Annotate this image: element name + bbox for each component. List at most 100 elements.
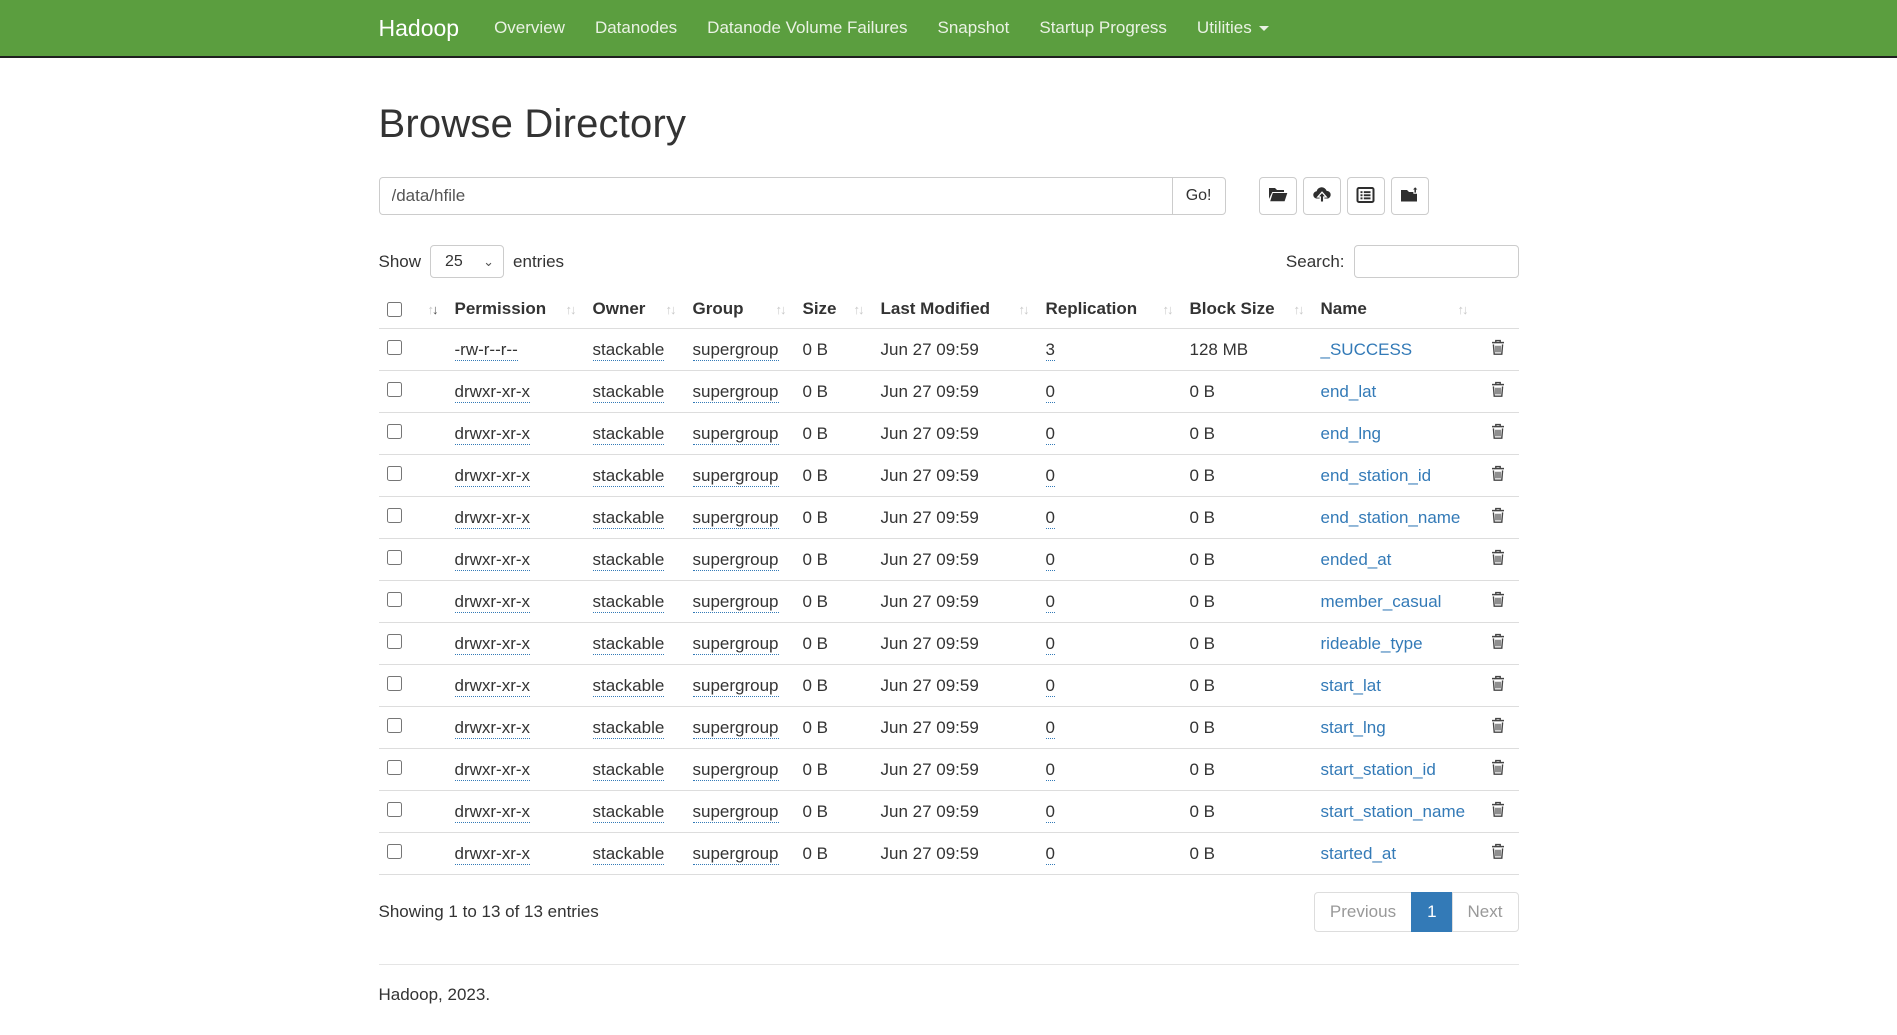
permission-value[interactable]: drwxr-xr-x xyxy=(455,382,531,403)
file-name-link[interactable]: start_station_id xyxy=(1321,760,1436,779)
previous-page-button[interactable]: Previous xyxy=(1314,892,1412,932)
replication-value[interactable]: 0 xyxy=(1046,634,1055,655)
permission-value[interactable]: drwxr-xr-x xyxy=(455,550,531,571)
trash-icon[interactable] xyxy=(1491,507,1505,523)
group-value[interactable]: supergroup xyxy=(693,550,779,571)
header-size[interactable]: Size ↑↓ xyxy=(795,292,873,329)
permission-value[interactable]: drwxr-xr-x xyxy=(455,592,531,613)
file-name-link[interactable]: start_lat xyxy=(1321,676,1381,695)
next-page-button[interactable]: Next xyxy=(1452,892,1519,932)
file-name-link[interactable]: rideable_type xyxy=(1321,634,1423,653)
replication-value[interactable]: 0 xyxy=(1046,466,1055,487)
header-last-modified[interactable]: Last Modified ↑↓ xyxy=(873,292,1038,329)
group-value[interactable]: supergroup xyxy=(693,760,779,781)
replication-value[interactable]: 0 xyxy=(1046,382,1055,403)
owner-value[interactable]: stackable xyxy=(593,676,665,697)
trash-icon[interactable] xyxy=(1491,633,1505,649)
row-checkbox[interactable] xyxy=(387,676,402,691)
owner-value[interactable]: stackable xyxy=(593,466,665,487)
row-checkbox[interactable] xyxy=(387,424,402,439)
owner-value[interactable]: stackable xyxy=(593,424,665,445)
upload-files-button[interactable] xyxy=(1303,177,1341,215)
nav-item-datanode-volume-failures[interactable]: Datanode Volume Failures xyxy=(692,18,922,38)
header-block-size[interactable]: Block Size ↑↓ xyxy=(1182,292,1313,329)
trash-icon[interactable] xyxy=(1491,675,1505,691)
trash-icon[interactable] xyxy=(1491,465,1505,481)
trash-icon[interactable] xyxy=(1491,339,1505,355)
owner-value[interactable]: stackable xyxy=(593,634,665,655)
replication-value[interactable]: 0 xyxy=(1046,802,1055,823)
move-selected-button[interactable] xyxy=(1391,177,1429,215)
header-owner[interactable]: Owner ↑↓ xyxy=(585,292,685,329)
header-group[interactable]: Group ↑↓ xyxy=(685,292,795,329)
row-checkbox[interactable] xyxy=(387,466,402,481)
replication-value[interactable]: 0 xyxy=(1046,424,1055,445)
file-name-link[interactable]: member_casual xyxy=(1321,592,1442,611)
group-value[interactable]: supergroup xyxy=(693,382,779,403)
row-checkbox[interactable] xyxy=(387,508,402,523)
paste-list-button[interactable] xyxy=(1347,177,1385,215)
permission-value[interactable]: drwxr-xr-x xyxy=(455,760,531,781)
owner-value[interactable]: stackable xyxy=(593,802,665,823)
trash-icon[interactable] xyxy=(1491,843,1505,859)
permission-value[interactable]: drwxr-xr-x xyxy=(455,634,531,655)
nav-item-overview[interactable]: Overview xyxy=(479,18,580,38)
permission-value[interactable]: -rw-r--r-- xyxy=(455,340,518,361)
page-size-select[interactable]: 25 ⌄ xyxy=(430,245,504,278)
file-name-link[interactable]: started_at xyxy=(1321,844,1397,863)
group-value[interactable]: supergroup xyxy=(693,466,779,487)
row-checkbox[interactable] xyxy=(387,592,402,607)
trash-icon[interactable] xyxy=(1491,591,1505,607)
permission-value[interactable]: drwxr-xr-x xyxy=(455,466,531,487)
nav-item-datanodes[interactable]: Datanodes xyxy=(580,18,692,38)
owner-value[interactable]: stackable xyxy=(593,340,665,361)
row-checkbox[interactable] xyxy=(387,382,402,397)
file-name-link[interactable]: _SUCCESS xyxy=(1321,340,1413,359)
owner-value[interactable]: stackable xyxy=(593,760,665,781)
select-all-checkbox[interactable] xyxy=(387,302,402,317)
header-name[interactable]: Name ↑↓ xyxy=(1313,292,1477,329)
row-checkbox[interactable] xyxy=(387,802,402,817)
file-name-link[interactable]: start_station_name xyxy=(1321,802,1466,821)
replication-value[interactable]: 0 xyxy=(1046,676,1055,697)
row-checkbox[interactable] xyxy=(387,340,402,355)
search-input[interactable] xyxy=(1354,245,1519,278)
go-button[interactable]: Go! xyxy=(1172,177,1226,215)
group-value[interactable]: supergroup xyxy=(693,802,779,823)
trash-icon[interactable] xyxy=(1491,759,1505,775)
permission-value[interactable]: drwxr-xr-x xyxy=(455,424,531,445)
trash-icon[interactable] xyxy=(1491,801,1505,817)
row-checkbox[interactable] xyxy=(387,550,402,565)
row-checkbox[interactable] xyxy=(387,718,402,733)
page-1-button[interactable]: 1 xyxy=(1411,892,1452,932)
permission-value[interactable]: drwxr-xr-x xyxy=(455,802,531,823)
owner-value[interactable]: stackable xyxy=(593,508,665,529)
replication-value[interactable]: 0 xyxy=(1046,550,1055,571)
group-value[interactable]: supergroup xyxy=(693,844,779,865)
permission-value[interactable]: drwxr-xr-x xyxy=(455,676,531,697)
replication-value[interactable]: 0 xyxy=(1046,718,1055,739)
file-name-link[interactable]: end_station_name xyxy=(1321,508,1461,527)
nav-item-startup-progress[interactable]: Startup Progress xyxy=(1024,18,1182,38)
owner-value[interactable]: stackable xyxy=(593,844,665,865)
owner-value[interactable]: stackable xyxy=(593,718,665,739)
group-value[interactable]: supergroup xyxy=(693,718,779,739)
permission-value[interactable]: drwxr-xr-x xyxy=(455,718,531,739)
trash-icon[interactable] xyxy=(1491,423,1505,439)
row-checkbox[interactable] xyxy=(387,760,402,775)
trash-icon[interactable] xyxy=(1491,381,1505,397)
group-value[interactable]: supergroup xyxy=(693,634,779,655)
replication-value[interactable]: 0 xyxy=(1046,760,1055,781)
owner-value[interactable]: stackable xyxy=(593,550,665,571)
group-value[interactable]: supergroup xyxy=(693,424,779,445)
create-directory-button[interactable] xyxy=(1259,177,1297,215)
file-name-link[interactable]: end_station_id xyxy=(1321,466,1432,485)
nav-item-utilities-dropdown[interactable]: Utilities xyxy=(1182,18,1284,38)
file-name-link[interactable]: ended_at xyxy=(1321,550,1392,569)
group-value[interactable]: supergroup xyxy=(693,592,779,613)
owner-value[interactable]: stackable xyxy=(593,382,665,403)
directory-path-input[interactable] xyxy=(379,177,1173,215)
permission-value[interactable]: drwxr-xr-x xyxy=(455,844,531,865)
permission-value[interactable]: drwxr-xr-x xyxy=(455,508,531,529)
owner-value[interactable]: stackable xyxy=(593,592,665,613)
